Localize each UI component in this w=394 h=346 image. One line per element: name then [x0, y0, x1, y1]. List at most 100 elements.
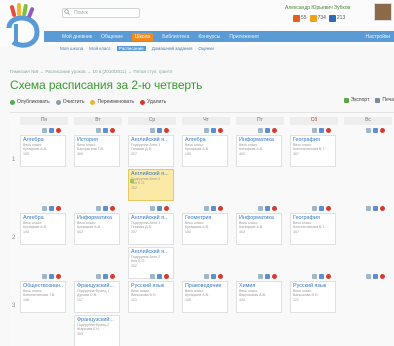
toolbar-button[interactable]: Экспорт — [343, 97, 369, 103]
delete-icon[interactable] — [164, 127, 169, 133]
counter-badge[interactable]: 55 — [293, 14, 307, 22]
copy-icon[interactable] — [150, 205, 155, 211]
delete-icon[interactable] — [56, 205, 61, 211]
copy-icon[interactable] — [42, 273, 47, 279]
delete-icon[interactable] — [218, 205, 223, 211]
copy-icon[interactable] — [258, 127, 263, 133]
copy-icon[interactable] — [96, 127, 101, 133]
lesson-card[interactable]: Правоведение Весь класс Кутафьев А.В. 108 — [182, 281, 228, 313]
edit-icon[interactable] — [211, 273, 216, 279]
delete-icon[interactable] — [56, 273, 61, 279]
lesson-card[interactable]: Английский я... Подгруппа Англ.1 Генкова Д… — [128, 213, 174, 245]
counter-badge[interactable]: 734 — [309, 14, 326, 22]
edit-icon[interactable] — [265, 205, 270, 211]
edit-icon[interactable] — [319, 127, 324, 133]
subnav-item[interactable]: Моя школа — [60, 46, 83, 51]
toolbar-button[interactable]: Опубликовать — [10, 99, 50, 105]
delete-icon[interactable] — [110, 273, 115, 279]
subnav-item[interactable]: Оценки — [198, 46, 214, 51]
edit-icon[interactable] — [157, 127, 162, 133]
delete-icon[interactable] — [164, 205, 169, 211]
copy-icon[interactable] — [366, 205, 371, 211]
edit-icon[interactable] — [211, 205, 216, 211]
delete-icon[interactable] — [380, 273, 385, 279]
delete-icon[interactable] — [380, 127, 385, 133]
subnav-item[interactable]: Мой класс — [89, 46, 111, 51]
lesson-card[interactable]: Информатика Весь класс Кутафьев А.В. 402 — [74, 213, 120, 245]
copy-icon[interactable] — [366, 273, 371, 279]
edit-icon[interactable] — [373, 127, 378, 133]
delete-icon[interactable] — [380, 205, 385, 211]
edit-icon[interactable] — [319, 273, 324, 279]
delete-icon[interactable] — [326, 273, 331, 279]
copy-icon[interactable] — [204, 273, 209, 279]
toolbar-button[interactable]: Очистить — [55, 99, 84, 105]
delete-icon[interactable] — [326, 127, 331, 133]
edit-icon[interactable] — [49, 127, 54, 133]
lesson-card[interactable]: Английский я... Подгруппа Англ.2 Кон Е.О. 2… — [128, 169, 174, 201]
edit-icon[interactable] — [157, 273, 162, 279]
delete-icon[interactable] — [272, 205, 277, 211]
copy-icon[interactable] — [312, 273, 317, 279]
delete-icon[interactable] — [326, 205, 331, 211]
edit-icon[interactable] — [103, 127, 108, 133]
edit-icon[interactable] — [103, 273, 108, 279]
nav-item[interactable]: Конкурсы — [198, 34, 220, 40]
lesson-card[interactable]: Английский я... Подгруппа Англ.1 Генкова Д… — [128, 135, 174, 167]
edit-icon[interactable] — [157, 205, 162, 211]
subnav-item[interactable]: Расписание — [116, 45, 146, 51]
edit-icon[interactable] — [265, 127, 270, 133]
copy-icon[interactable] — [366, 127, 371, 133]
toolbar-button[interactable]: Удалить — [140, 99, 166, 105]
nav-item[interactable]: Школа — [131, 32, 154, 41]
search-icon[interactable] — [64, 9, 70, 15]
edit-icon[interactable] — [373, 205, 378, 211]
copy-icon[interactable] — [42, 205, 47, 211]
lesson-card[interactable]: Информатика Весь класс Котефьев А.В. 402 — [236, 135, 282, 167]
copy-icon[interactable] — [150, 273, 155, 279]
copy-icon[interactable] — [258, 273, 263, 279]
edit-icon[interactable] — [211, 127, 216, 133]
delete-icon[interactable] — [110, 127, 115, 133]
lesson-card[interactable]: Обществознан... Весь класс Константинова Т… — [20, 281, 66, 313]
copy-icon[interactable] — [312, 205, 317, 211]
nav-item[interactable]: Библиотека — [162, 34, 189, 40]
lesson-card[interactable]: Геометрия Весь класс Кутафьев А.В. 105 — [182, 213, 228, 245]
lesson-card[interactable]: История Весь класс Бастрыгина Т.В. 305 — [74, 135, 120, 167]
lesson-card[interactable]: Французский... Подгруппа Франц.1 Духова О.… — [74, 281, 120, 313]
delete-icon[interactable] — [218, 273, 223, 279]
settings-link[interactable]: Настройки — [365, 34, 390, 40]
lesson-card[interactable]: Химия Весь класс Вакульская А.В. 404 — [236, 281, 282, 313]
edit-icon[interactable] — [103, 205, 108, 211]
edit-icon[interactable] — [49, 205, 54, 211]
lesson-card[interactable]: География Весь класс Константинова В.Т. 307 — [290, 213, 336, 245]
copy-icon[interactable] — [150, 127, 155, 133]
lesson-card[interactable]: География Весь класс Константинова В.Т. 307 — [290, 135, 336, 167]
dnevnik-logo-icon[interactable] — [3, 2, 43, 52]
delete-icon[interactable] — [218, 127, 223, 133]
delete-icon[interactable] — [272, 273, 277, 279]
delete-icon[interactable] — [272, 127, 277, 133]
nav-item[interactable]: Приложения — [229, 34, 258, 40]
copy-icon[interactable] — [42, 127, 47, 133]
lesson-card[interactable]: Алгебра Весь класс Кутафьев А.В. 105 — [20, 135, 66, 167]
subnav-item[interactable]: Домашний задания — [152, 46, 193, 51]
search-input[interactable]: Поиск — [62, 8, 140, 18]
counter-badge[interactable]: 213 — [328, 14, 345, 22]
lesson-card[interactable]: Информатика Весь класс Котефьев А.В. 402 — [236, 213, 282, 245]
avatar[interactable] — [374, 3, 392, 21]
copy-icon[interactable] — [96, 273, 101, 279]
delete-icon[interactable] — [56, 127, 61, 133]
copy-icon[interactable] — [258, 205, 263, 211]
toolbar-button[interactable]: Переименовать — [90, 99, 134, 105]
toolbar-button[interactable]: Печа — [375, 97, 394, 103]
edit-icon[interactable] — [373, 273, 378, 279]
edit-icon[interactable] — [49, 273, 54, 279]
lesson-card[interactable]: Алгебра Весь класс Кутафьев А.В. 105 — [182, 135, 228, 167]
nav-item[interactable]: Мой дневник — [62, 34, 92, 40]
lesson-card[interactable]: Французский... Подгруппа Франц.2 Жаркова Л… — [74, 315, 120, 346]
user-name[interactable]: Александр Юрьевич Зубков — [285, 5, 350, 11]
breadcrumb[interactable]: Гимназия №9 → Расписание уроков → 10 в (… — [10, 69, 172, 74]
copy-icon[interactable] — [204, 205, 209, 211]
drag-handle-icon[interactable] — [130, 179, 134, 183]
